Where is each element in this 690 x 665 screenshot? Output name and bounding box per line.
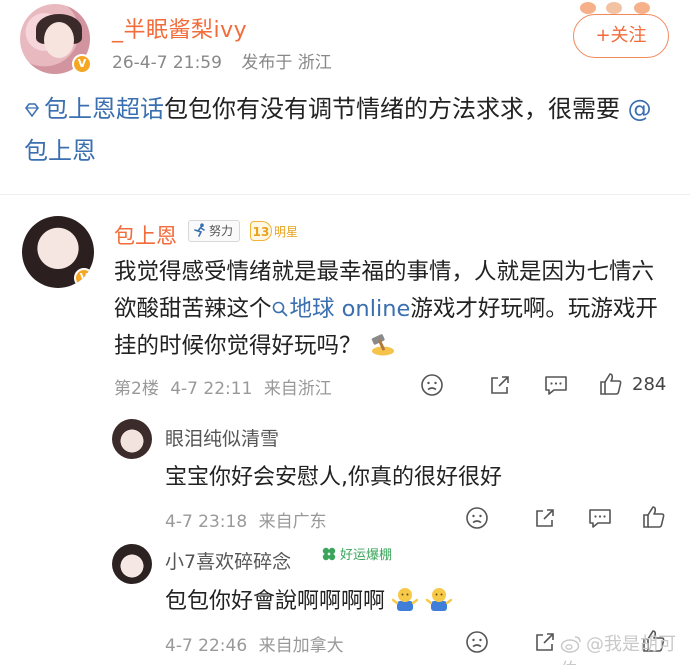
hammer-emoji-icon xyxy=(371,334,394,356)
post-author-name[interactable]: _半眠酱梨ivy xyxy=(112,12,247,44)
reply-location: 来自广东 xyxy=(258,512,327,532)
reply-meta: 4-7 22:46 来自加拿大 xyxy=(165,631,350,656)
runner-icon xyxy=(194,223,205,237)
shrug-emoji-icon xyxy=(391,588,419,611)
reply-meta: 4-7 23:18 来自广东 xyxy=(165,507,333,532)
reply-author-name[interactable]: 眼泪纯似清雪 xyxy=(165,424,279,451)
share-icon[interactable] xyxy=(533,506,557,530)
star-level: 13 xyxy=(250,221,272,241)
luck-badge[interactable]: 好运爆棚 xyxy=(321,546,392,566)
comment-meta: 第2楼 4-7 22:11 来自浙江 xyxy=(114,374,338,399)
dislike-icon[interactable] xyxy=(465,506,489,530)
follow-button[interactable]: +关注 xyxy=(573,14,669,58)
star-badge[interactable]: 13 明星 xyxy=(250,221,298,241)
comment-author-name[interactable]: 包上恩 xyxy=(114,220,177,250)
luck-label: 好运爆棚 xyxy=(340,548,393,563)
reply-author-avatar[interactable] xyxy=(112,419,152,459)
comment-floor: 第2楼 xyxy=(114,379,159,399)
comment-text: 我觉得感受情绪就是最幸福的事情，人就是因为七情六欲酸甜苦辣这个 地球 onlin… xyxy=(114,254,674,365)
dislike-icon[interactable] xyxy=(465,630,489,654)
reply-author-avatar[interactable] xyxy=(112,544,152,584)
weibo-logo-icon xyxy=(560,636,581,653)
search-link-label: 地球 online xyxy=(289,296,411,322)
comment-author-avatar[interactable]: V xyxy=(22,216,94,288)
search-link[interactable]: 地球 online xyxy=(272,296,411,322)
effort-badge[interactable]: 努力 xyxy=(188,220,241,242)
post-meta: 26-4-7 21:59 发布于 浙江 xyxy=(112,48,346,73)
reply-text: 包包你好會說啊啊啊啊 xyxy=(165,583,453,615)
reply-text: 宝宝你好会安慰人,你真的很好很好 xyxy=(165,465,502,490)
comment-time: 4-7 22:11 xyxy=(170,379,253,399)
share-icon[interactable] xyxy=(488,373,512,397)
reply-author-name[interactable]: 小7喜欢碎碎念 xyxy=(165,547,291,574)
post-location: 发布于 浙江 xyxy=(241,53,332,73)
like-count: 284 xyxy=(632,374,667,395)
like-icon[interactable] xyxy=(641,504,667,530)
supertopic-label: 包上恩超话 xyxy=(44,95,164,123)
verified-badge-icon: V xyxy=(74,268,94,288)
search-icon xyxy=(272,301,287,317)
post-text: 包上恩超话包包你有没有调节情绪的方法求求，很需要 @包上恩 xyxy=(24,88,664,172)
reply-time: 4-7 23:18 xyxy=(165,512,248,532)
supertopic-link[interactable]: 包上恩超话 xyxy=(24,95,164,123)
like-icon[interactable] xyxy=(598,371,624,397)
effort-label: 努力 xyxy=(209,224,234,238)
share-icon[interactable] xyxy=(533,630,557,654)
star-label: 明星 xyxy=(274,225,299,239)
shrug-emoji-icon xyxy=(425,588,453,611)
watermark: @我是胡可伯 xyxy=(560,630,690,665)
post-timestamp: 26-4-7 21:59 xyxy=(112,53,222,73)
diamond-icon xyxy=(25,103,39,118)
reply-time: 4-7 22:46 xyxy=(165,636,248,656)
reply-text-body: 包包你好會說啊啊啊啊 xyxy=(165,589,386,614)
comment-icon[interactable] xyxy=(543,373,569,397)
section-divider xyxy=(0,194,690,195)
post-body: 包包你有没有调节情绪的方法求求，很需要 xyxy=(164,95,620,123)
reply-location: 来自加拿大 xyxy=(258,636,344,656)
clover-icon xyxy=(322,547,336,561)
verified-badge-icon: V xyxy=(72,54,92,74)
original-post: V _半眠酱梨ivy 26-4-7 21:59 发布于 浙江 +关注 包上恩超话… xyxy=(0,0,690,195)
comment-location: 来自浙江 xyxy=(263,379,332,399)
comment-icon[interactable] xyxy=(587,506,613,530)
dislike-icon[interactable] xyxy=(420,373,444,397)
